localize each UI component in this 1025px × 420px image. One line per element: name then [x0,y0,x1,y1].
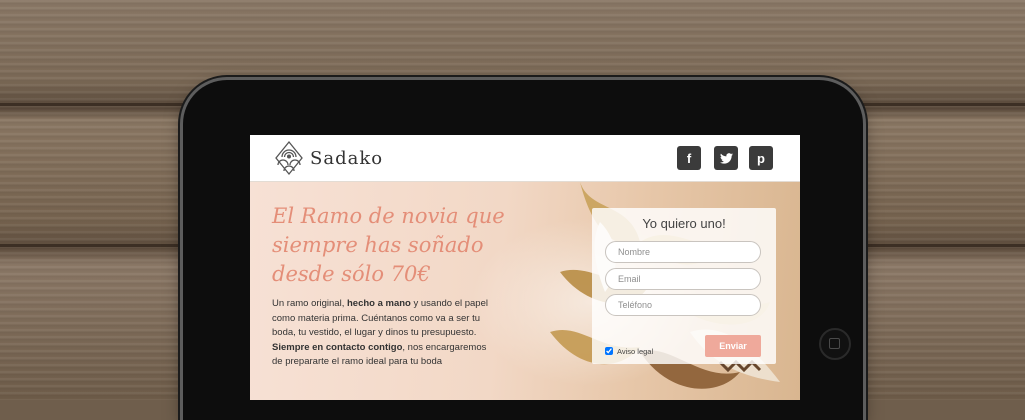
twitter-bird-icon [719,152,733,164]
pinterest-glyph: p [757,150,765,166]
email-field[interactable] [605,268,761,290]
site-header: Sadako f p [250,135,800,182]
phone-field[interactable] [605,294,761,316]
facebook-icon[interactable]: f [677,146,701,170]
tablet-home-button[interactable] [819,328,851,360]
hero-headline: El Ramo de novia que siempre has soñado … [272,202,532,289]
brand-name[interactable]: Sadako [310,148,383,169]
legal-label: Aviso legal [617,346,654,356]
name-field[interactable] [605,241,761,263]
hero-section: El Ramo de novia que siempre has soñado … [250,182,800,400]
description-text: Un ramo original, [272,298,347,309]
twitter-icon[interactable] [714,146,738,170]
pinterest-icon[interactable]: p [749,146,773,170]
facebook-glyph: f [686,150,692,166]
headline-line: desde sólo 70€ [272,262,431,286]
description-bold: Siempre en contacto contigo [272,341,403,353]
headline-line: siempre has soñado [272,233,484,257]
quote-request-form: Yo quiero uno! Aviso legal Enviar [592,208,776,364]
hero-description: Un ramo original, hecho a mano y usando … [272,297,492,370]
sadako-logo-icon [275,140,303,176]
description-bold: hecho a mano [346,298,411,309]
submit-button[interactable]: Enviar [705,335,761,357]
legal-notice-option[interactable]: Aviso legal [605,345,653,357]
headline-line: El Ramo de novia que [272,204,505,228]
form-title: Yo quiero uno! [642,216,726,231]
legal-checkbox[interactable] [605,347,613,355]
tablet-screen: Sadako f p El Ramo de novia que siempre … [250,135,800,400]
